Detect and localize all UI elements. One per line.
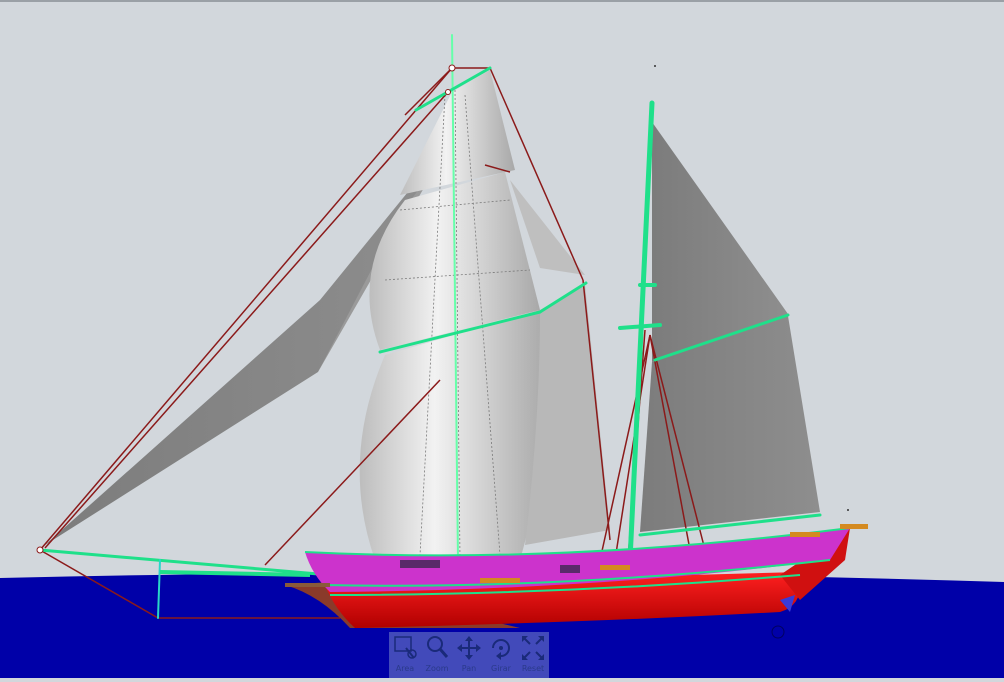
pan-tool-button[interactable]: Pan	[454, 634, 484, 678]
top-border	[0, 0, 1004, 2]
zoom-tool-button[interactable]: Zoom	[422, 634, 452, 678]
reset-expand-icon	[522, 636, 544, 660]
reset-tool-label: Reset	[521, 664, 545, 673]
rotate-tool-button[interactable]: Girar	[486, 634, 516, 678]
ship-model-render	[0, 34, 1004, 678]
magnifier-icon	[427, 636, 449, 658]
zoom-tool-label: Zoom	[425, 664, 449, 673]
reset-tool-button[interactable]: Reset	[518, 634, 548, 678]
view-toolbar: Area Zoom Pan Girar Reset	[389, 632, 549, 678]
rotate-icon	[492, 639, 510, 660]
pan-tool-label: Pan	[461, 664, 477, 673]
rotate-tool-label: Girar	[491, 664, 511, 673]
pan-arrows-icon	[457, 636, 481, 660]
area-tool-label: Area	[395, 664, 415, 673]
area-select-icon	[394, 636, 417, 659]
3d-viewport[interactable]	[0, 0, 1004, 678]
area-tool-button[interactable]: Area	[390, 634, 420, 678]
